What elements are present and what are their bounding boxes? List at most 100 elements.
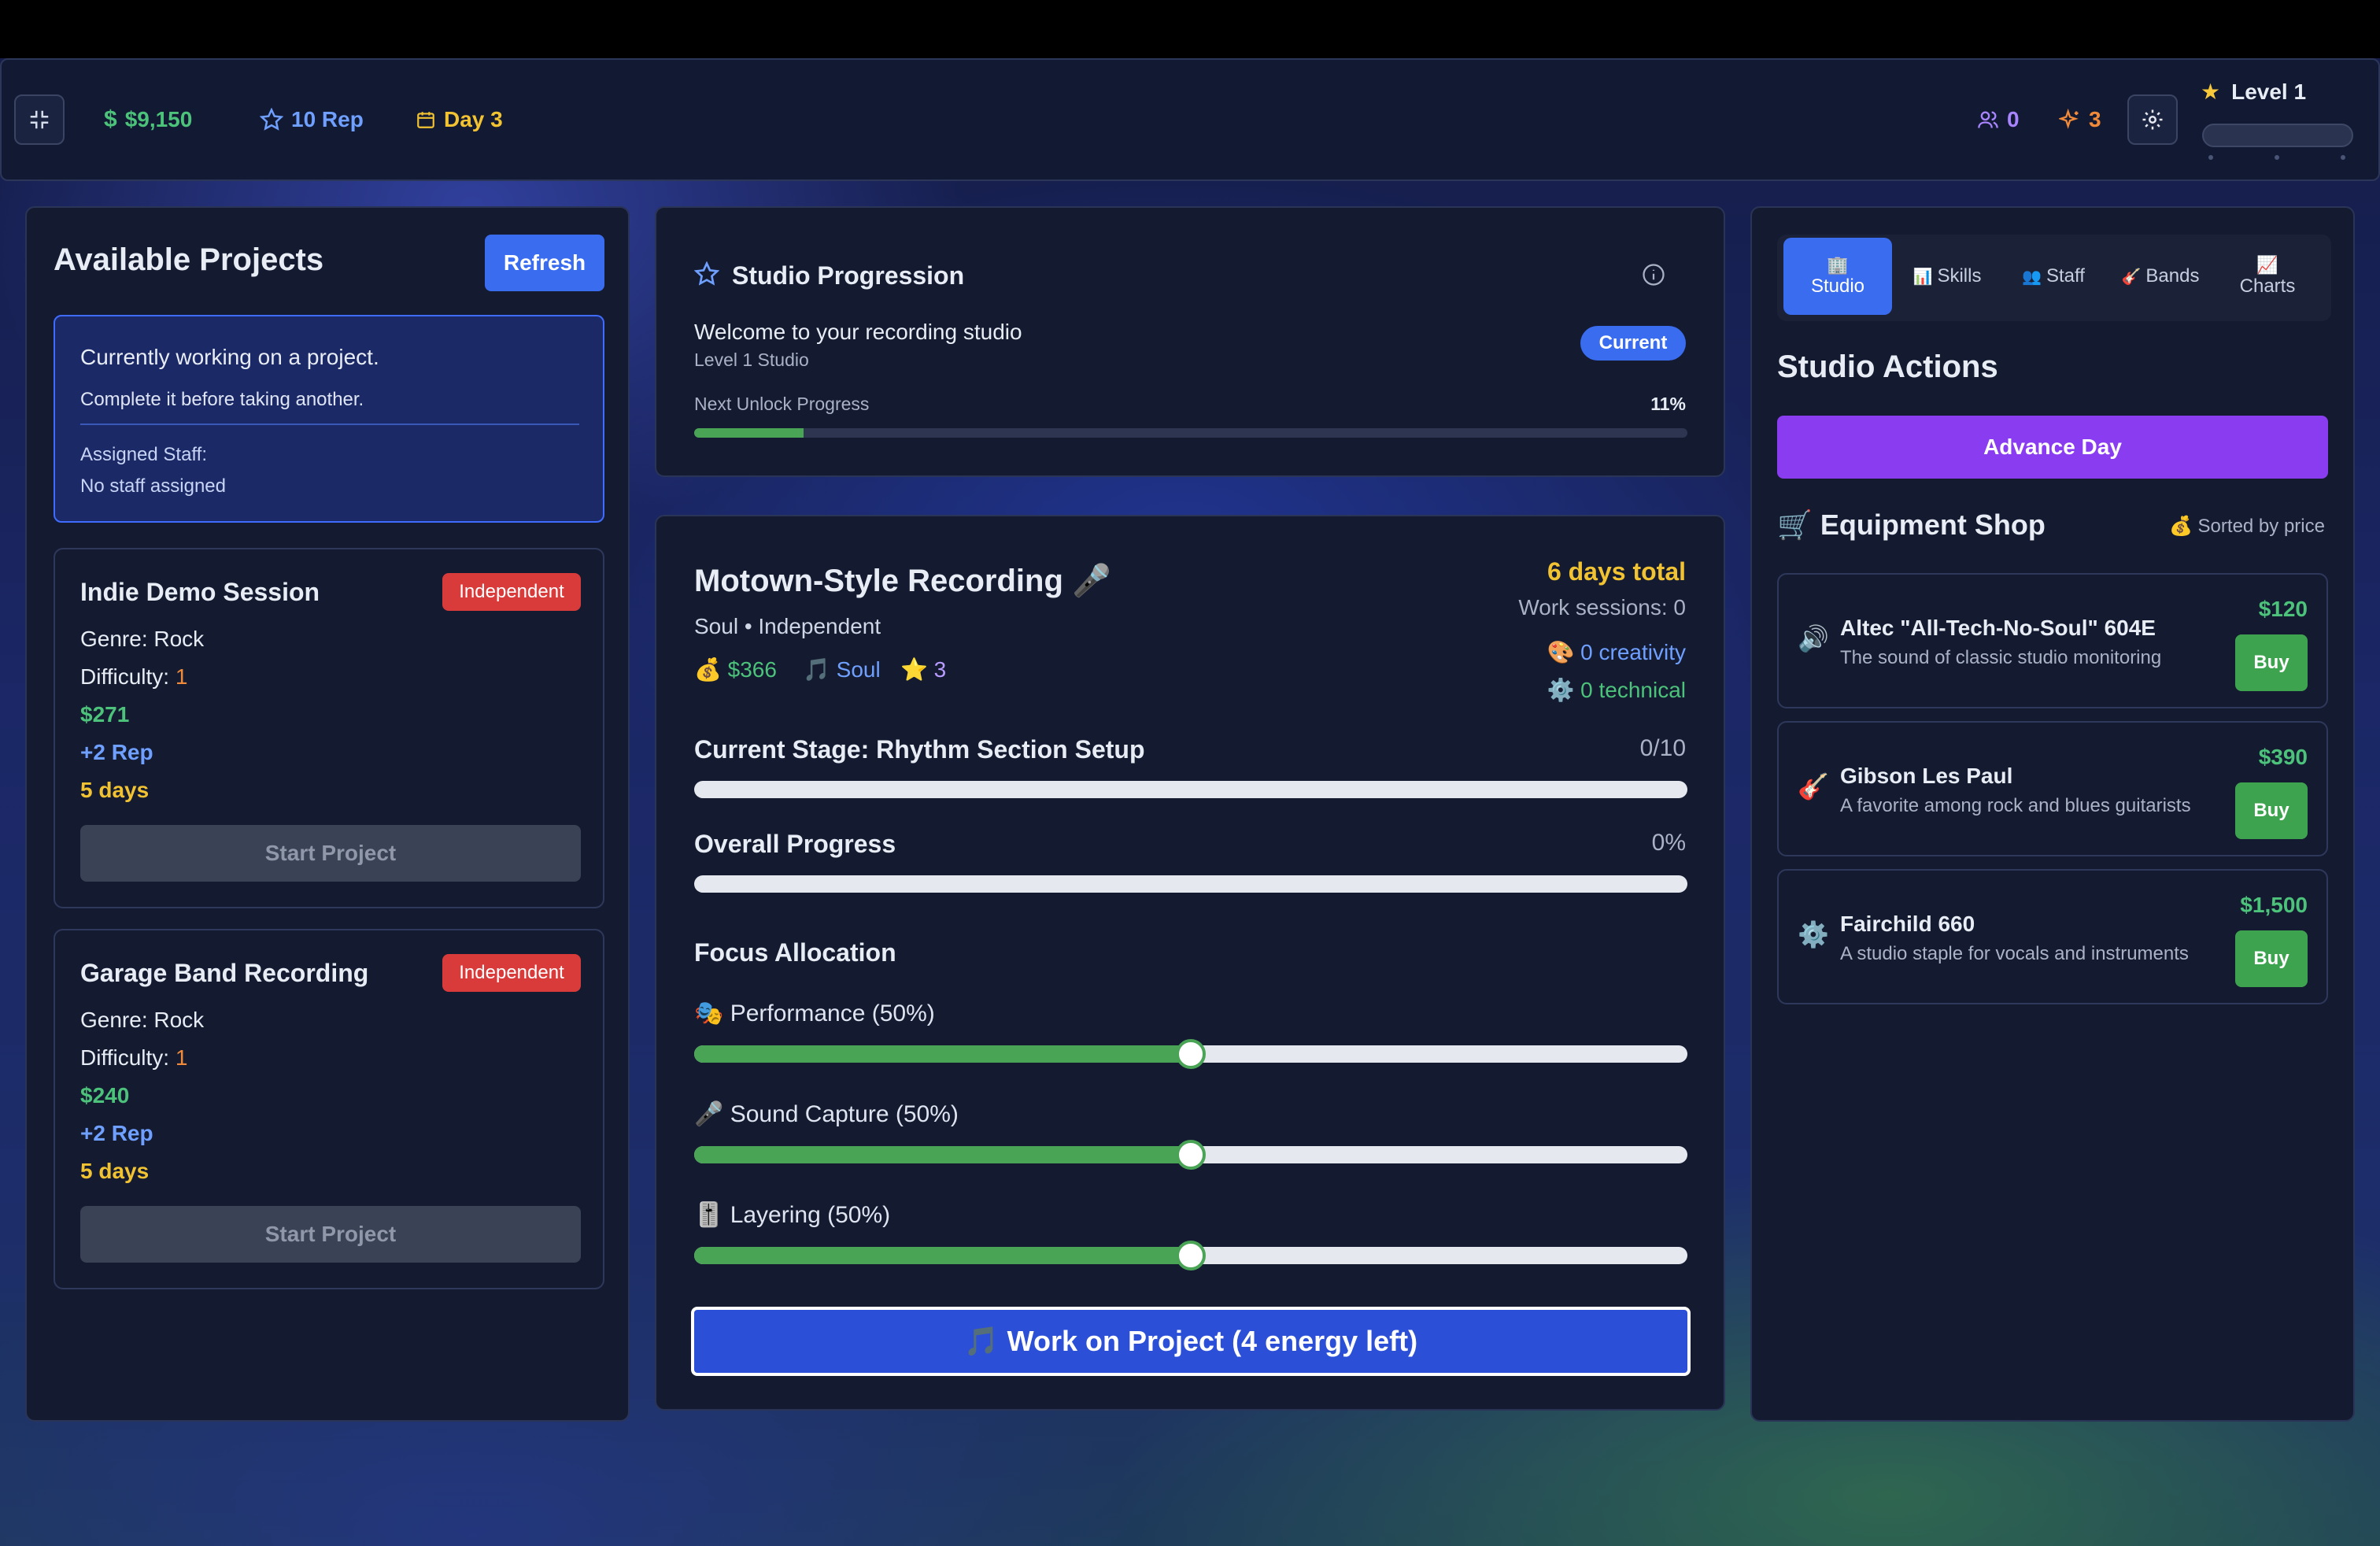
current-project-notice: Currently working on a project. Complete… [54,315,604,523]
tab-staff[interactable]: 👥 Staff [2010,238,2097,315]
people-icon: 👥 [2022,268,2042,286]
studio-progression-panel: Studio Progression Welcome to your recor… [655,206,1725,477]
shop-item: ⚙️ Fairchild 660 A studio staple for voc… [1777,869,2328,1004]
project-type-badge: Independent [442,573,581,611]
project-days: 5 days [80,778,150,802]
shop-item: 🔊 Altec "All-Tech-No-Soul" 604E The soun… [1777,573,2328,708]
current-stage-value: 0/10 [1639,735,1686,761]
sound-capture-label: 🎤 Sound Capture (50%) [694,1101,959,1127]
tab-label: Bands [2145,265,2200,287]
slider-thumb[interactable] [1176,1241,1206,1270]
unlock-progress-fill [694,428,804,438]
difficulty-label: Difficulty: [80,1045,176,1070]
star-filled-icon: ★ [2201,80,2221,104]
collapse-button[interactable] [14,94,65,145]
active-project-meta: Soul • Independent [694,614,881,638]
tab-label: Staff [2046,265,2085,287]
money-value: $9,150 [124,107,193,131]
slider-fill [694,1247,1191,1264]
project-type-badge: Independent [442,954,581,992]
project-title: Indie Demo Session [80,578,320,606]
tab-bands[interactable]: 🎸 Bands [2112,238,2208,315]
bar-chart-icon: 📊 [1913,268,1933,286]
slider-thumb[interactable] [1176,1140,1206,1170]
level-dot [2341,155,2345,160]
refresh-button[interactable]: Refresh [485,235,604,291]
sound-capture-slider[interactable] [694,1140,1687,1170]
overall-progress-label: Overall Progress [694,830,896,858]
project-title: Garage Band Recording [80,959,369,987]
assigned-staff-value: No staff assigned [80,475,227,497]
staff-count-value: 0 [2007,107,2020,131]
guitar-icon: 🎸 [2121,268,2142,286]
stage-progress-bar [694,781,1687,798]
shop-item: 🎸 Gibson Les Paul A favorite among rock … [1777,721,2328,856]
active-project-pay: 💰 $366 [694,657,777,682]
item-price: $1,500 [2240,893,2308,917]
item-price: $390 [2258,745,2308,769]
advance-day-button[interactable]: Advance Day [1777,416,2328,479]
work-on-project-button[interactable]: 🎵 Work on Project (4 energy left) [691,1307,1691,1376]
slider-fill [694,1146,1191,1163]
overall-progress-value: 0% [1651,830,1686,856]
buy-button[interactable]: Buy [2235,782,2308,839]
star-outline-icon [260,108,283,131]
level-dot [2208,155,2213,160]
level-indicator: ★ Level 1 [2201,79,2306,105]
rep-stat: 10 Rep [260,60,364,179]
studio-level-text: Level 1 Studio [694,350,809,370]
sparkles-icon [2059,109,2079,129]
work-sessions: Work sessions: 0 [1518,595,1686,620]
project-genre: Genre: Rock [80,1008,205,1032]
sort-note: 💰 Sorted by price [2169,516,2325,537]
star-outline-icon [694,261,719,286]
slider-thumb[interactable] [1176,1039,1206,1069]
slider-fill [694,1045,1191,1063]
building-icon: 🏢 [1827,255,1849,275]
active-project-stars: ⭐ 3 [900,657,947,682]
tab-skills[interactable]: 📊 Skills [1900,238,1994,315]
level-label: Level 1 [2231,79,2307,104]
overall-progress-bar [694,875,1687,893]
top-status-bar: $ $9,150 10 Rep Day 3 0 3 [0,58,2380,181]
info-icon[interactable] [1642,263,1665,287]
item-name: Altec "All-Tech-No-Soul" 604E [1840,616,2156,640]
tab-studio[interactable]: 🏢 Studio [1783,238,1892,315]
project-rep: +2 Rep [80,1121,153,1145]
start-project-button[interactable]: Start Project [80,1206,581,1263]
available-projects-panel: Available Projects Refresh Currently wor… [25,206,630,1422]
project-pay: $271 [80,702,130,727]
tab-charts[interactable]: 📈 Charts [2224,238,2311,315]
item-name: Gibson Les Paul [1840,764,2013,788]
project-pay: $240 [80,1083,130,1108]
level-progress-bar [2202,124,2353,147]
active-project-genre: 🎵 Soul [803,657,881,682]
project-rep: +2 Rep [80,740,153,764]
difficulty-label: Difficulty: [80,664,176,689]
level-dot [2275,155,2279,160]
buy-button[interactable]: Buy [2235,634,2308,691]
item-price: $120 [2258,597,2308,621]
calendar-icon [417,112,434,128]
performance-slider[interactable] [694,1039,1687,1069]
difficulty-value: 1 [175,664,188,689]
current-stage-label: Current Stage: Rhythm Section Setup [694,735,1145,764]
creativity-stat: 🎨 0 creativity [1547,640,1686,664]
tab-label: Skills [1937,265,1982,287]
unlock-progress-bar [694,428,1687,438]
dollar-icon: $ [104,106,117,132]
equipment-shop-title: 🛒 Equipment Shop [1777,509,2046,541]
item-description: A favorite among rock and blues guitaris… [1840,795,2191,816]
window-top-bar [0,0,2380,58]
layering-slider[interactable] [694,1241,1687,1270]
welcome-text: Welcome to your recording studio [694,320,1022,344]
focus-allocation-title: Focus Allocation [694,938,896,967]
layering-label: 🎚️ Layering (50%) [694,1202,891,1228]
settings-button[interactable] [2127,94,2178,145]
money-stat: $ $9,150 [104,60,192,179]
divider [80,423,579,425]
buy-button[interactable]: Buy [2235,930,2308,987]
studio-actions-title: Studio Actions [1777,350,1998,384]
start-project-button[interactable]: Start Project [80,825,581,882]
project-genre: Genre: Rock [80,627,205,651]
